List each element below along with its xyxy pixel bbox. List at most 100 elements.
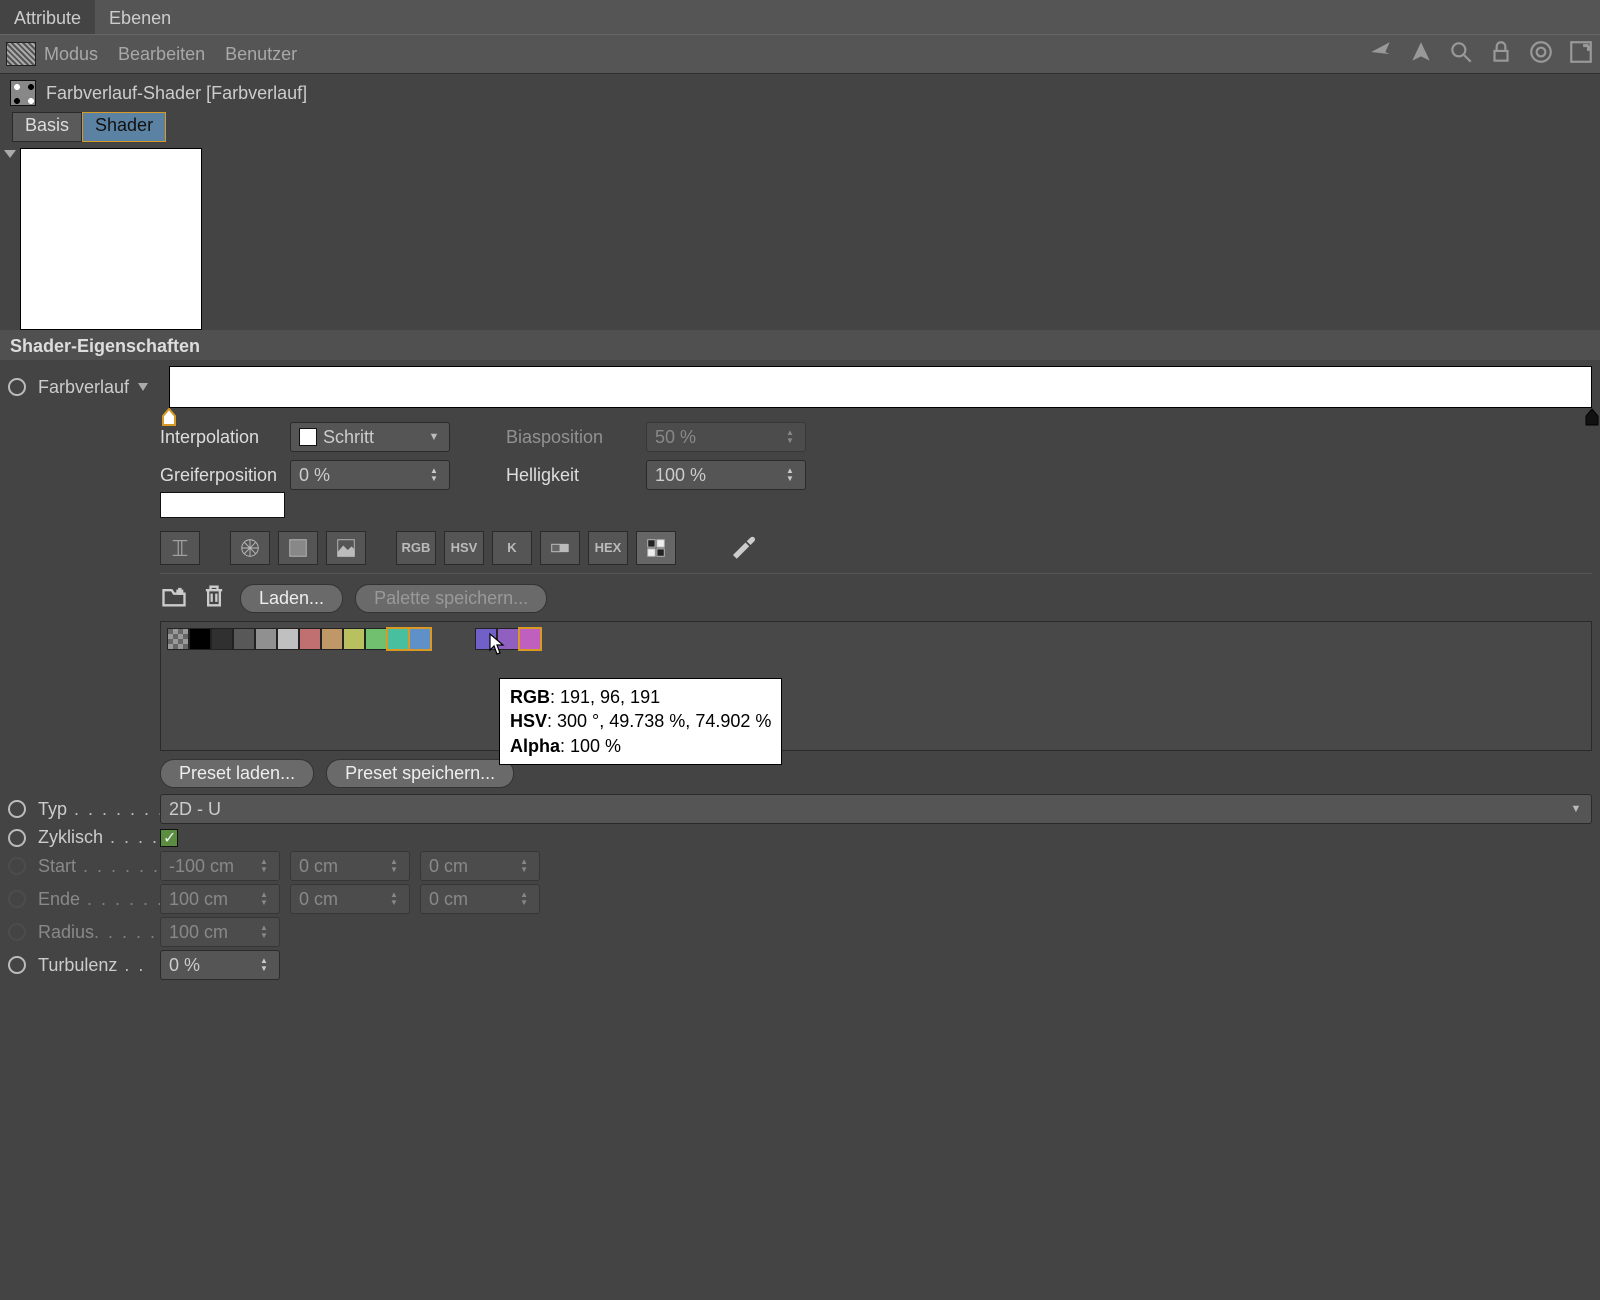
swatch-9[interactable]: [387, 628, 409, 650]
gradient-menu-icon[interactable]: [137, 377, 151, 398]
gradient-knot-right[interactable]: [1585, 408, 1599, 426]
radius-field[interactable]: 100 cm: [160, 917, 280, 947]
knotpos-field[interactable]: 0 %: [290, 460, 450, 490]
nav-back-icon[interactable]: [1354, 39, 1394, 70]
shader-type-icon: [10, 80, 36, 106]
target-icon[interactable]: [1514, 39, 1554, 70]
anim-dot-turbulence[interactable]: [8, 956, 26, 974]
turbulence-field[interactable]: 0 %: [160, 950, 280, 980]
swatch-8[interactable]: [365, 628, 387, 650]
anim-dot-end[interactable]: [8, 890, 26, 908]
lock-icon[interactable]: [1474, 39, 1514, 70]
swatch-checker[interactable]: [167, 628, 189, 650]
save-palette-button[interactable]: Palette speichern...: [355, 584, 547, 613]
swatch-row: [167, 628, 1585, 650]
swatch-15[interactable]: [519, 628, 541, 650]
object-header: Farbverlauf-Shader [Farbverlauf]: [0, 74, 1600, 112]
anim-dot-cyclic[interactable]: [8, 829, 26, 847]
label-brightness: Helligkeit: [506, 465, 636, 486]
swatch-3[interactable]: [255, 628, 277, 650]
menu-edit[interactable]: Bearbeiten: [118, 44, 205, 65]
cyclic-checkbox[interactable]: [160, 829, 178, 847]
tool-kelvin[interactable]: K: [492, 531, 532, 565]
swatch-6[interactable]: [321, 628, 343, 650]
gradient-strip[interactable]: [169, 366, 1592, 408]
tool-swatches-icon[interactable]: [636, 531, 676, 565]
swatch-0[interactable]: [189, 628, 211, 650]
end-y-field[interactable]: 0 cm: [290, 884, 410, 914]
label-interpolation: Interpolation: [160, 427, 280, 448]
tab-shader[interactable]: Shader: [82, 112, 166, 142]
swatch-5[interactable]: [299, 628, 321, 650]
tool-colorwheel-icon[interactable]: [230, 531, 270, 565]
end-z-field[interactable]: 0 cm: [420, 884, 540, 914]
swatch-11: [431, 628, 453, 650]
menu-user[interactable]: Benutzer: [225, 44, 297, 65]
anim-dot-radius[interactable]: [8, 923, 26, 941]
tab-attribute[interactable]: Attribute: [0, 0, 95, 34]
end-x-field[interactable]: 100 cm: [160, 884, 280, 914]
type-dropdown[interactable]: 2D - U: [160, 794, 1592, 824]
brightness-field[interactable]: 100 %: [646, 460, 806, 490]
start-y-field[interactable]: 0 cm: [290, 851, 410, 881]
swatch-1[interactable]: [211, 628, 233, 650]
anim-dot-start[interactable]: [8, 857, 26, 875]
gradient-knot-left[interactable]: [162, 408, 176, 426]
swatch-10[interactable]: [409, 628, 431, 650]
tool-rgb[interactable]: RGB: [396, 531, 436, 565]
trash-icon[interactable]: [200, 582, 228, 615]
swatch-4[interactable]: [277, 628, 299, 650]
add-group-icon[interactable]: [160, 582, 188, 615]
start-z-field[interactable]: 0 cm: [420, 851, 540, 881]
label-end: Ende: [38, 889, 80, 910]
label-type: Typ: [38, 799, 67, 820]
load-palette-button[interactable]: Laden...: [240, 584, 343, 613]
label-start: Start: [38, 856, 76, 877]
object-title: Farbverlauf-Shader [Farbverlauf]: [46, 83, 307, 104]
tool-eyedropper-icon[interactable]: [728, 530, 758, 565]
label-bias: Biasposition: [506, 427, 636, 448]
new-panel-icon[interactable]: [1554, 39, 1594, 70]
label-turbulence: Turbulenz: [38, 955, 117, 976]
search-icon[interactable]: [1434, 39, 1474, 70]
tool-sliders-icon[interactable]: [160, 531, 200, 565]
menu-bar: Modus Bearbeiten Benutzer: [0, 34, 1600, 74]
label-cyclic: Zyklisch: [38, 827, 103, 848]
preview-row: [0, 142, 1600, 330]
tool-spectrum-icon[interactable]: [278, 531, 318, 565]
panel-tabs: Attribute Ebenen: [0, 0, 1600, 34]
cursor-pointer-icon: [486, 632, 508, 663]
tool-image-icon[interactable]: [326, 531, 366, 565]
shader-preview[interactable]: [20, 148, 202, 330]
anim-dot-gradient[interactable]: [8, 378, 26, 396]
label-radius: Radius: [38, 922, 94, 943]
mode-icon[interactable]: [6, 42, 36, 66]
tool-hex[interactable]: HEX: [588, 531, 628, 565]
palette-box: RGB: 191, 96, 191 HSV: 300 °, 49.738 %, …: [160, 621, 1592, 751]
label-knotpos: Greiferposition: [160, 465, 280, 486]
start-x-field[interactable]: -100 cm: [160, 851, 280, 881]
interpolation-dropdown[interactable]: Schritt: [290, 422, 450, 452]
interpolation-preview-icon: [299, 428, 317, 446]
color-tooltip: RGB: 191, 96, 191 HSV: 300 °, 49.738 %, …: [499, 678, 782, 765]
current-color-swatch[interactable]: [160, 492, 285, 518]
palette-mgmt-row: Laden... Palette speichern...: [160, 582, 1592, 615]
menu-mode[interactable]: Modus: [44, 44, 98, 65]
tool-mixer-icon[interactable]: [540, 531, 580, 565]
gradient-editor[interactable]: [169, 366, 1592, 408]
tab-basis[interactable]: Basis: [12, 112, 82, 142]
tab-layers[interactable]: Ebenen: [95, 0, 185, 34]
swatch-2[interactable]: [233, 628, 255, 650]
anim-dot-type[interactable]: [8, 800, 26, 818]
divider: [160, 573, 1592, 574]
object-tabs: Basis Shader: [0, 112, 1600, 142]
bias-field[interactable]: 50 %: [646, 422, 806, 452]
tool-hsv[interactable]: HSV: [444, 531, 484, 565]
load-preset-button[interactable]: Preset laden...: [160, 759, 314, 788]
swatch-12: [453, 628, 475, 650]
swatch-7[interactable]: [343, 628, 365, 650]
label-gradient: Farbverlauf: [38, 377, 129, 398]
nav-up-icon[interactable]: [1394, 39, 1434, 70]
save-preset-button[interactable]: Preset speichern...: [326, 759, 514, 788]
collapse-toggle-icon[interactable]: [4, 148, 20, 162]
